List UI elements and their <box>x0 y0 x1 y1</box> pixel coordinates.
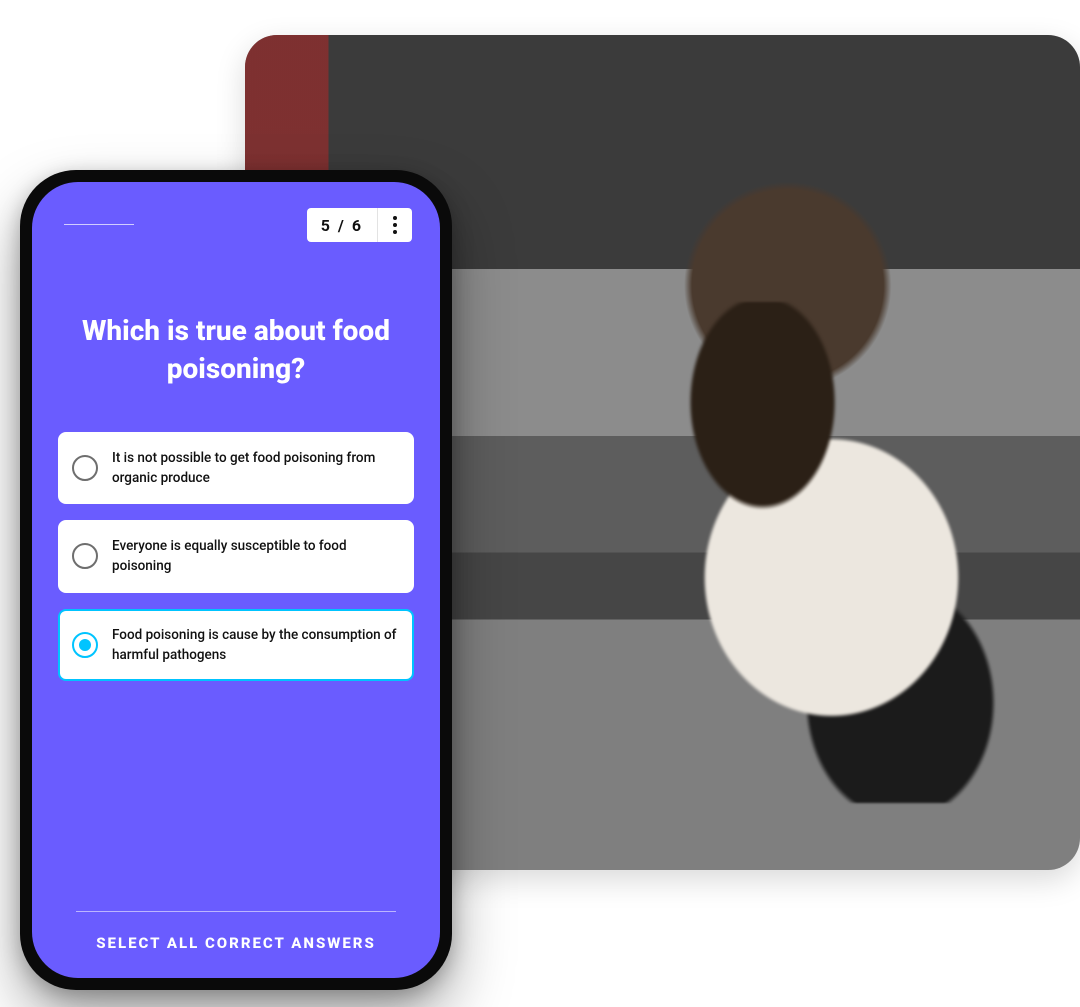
answer-text: Food poisoning is cause by the consumpti… <box>112 625 398 666</box>
question-text: Which is true about food poisoning? <box>54 312 418 388</box>
answer-option-1[interactable]: It is not possible to get food poisoning… <box>58 432 414 505</box>
radio-icon <box>72 543 98 569</box>
answer-text: It is not possible to get food poisoning… <box>112 448 398 489</box>
answer-option-3[interactable]: Food poisoning is cause by the consumpti… <box>58 609 414 682</box>
topbar-divider <box>64 224 134 225</box>
footer-divider <box>76 911 396 912</box>
instruction-text: SELECT ALL CORRECT ANSWERS <box>54 934 418 952</box>
radio-icon <box>72 632 98 658</box>
more-menu-button[interactable] <box>378 208 412 242</box>
answer-text: Everyone is equally susceptible to food … <box>112 536 398 577</box>
progress-counter: 5 / 6 <box>307 208 378 242</box>
answer-option-2[interactable]: Everyone is equally susceptible to food … <box>58 520 414 593</box>
footer: SELECT ALL CORRECT ANSWERS <box>54 893 418 960</box>
radio-icon <box>72 455 98 481</box>
answer-list: It is not possible to get food poisoning… <box>54 432 418 682</box>
topbar: 5 / 6 <box>54 208 418 242</box>
phone-frame: 5 / 6 Which is true about food poisoning… <box>20 170 452 990</box>
kebab-icon <box>392 215 398 235</box>
phone-screen: 5 / 6 Which is true about food poisoning… <box>32 182 440 978</box>
progress-group: 5 / 6 <box>307 208 412 242</box>
